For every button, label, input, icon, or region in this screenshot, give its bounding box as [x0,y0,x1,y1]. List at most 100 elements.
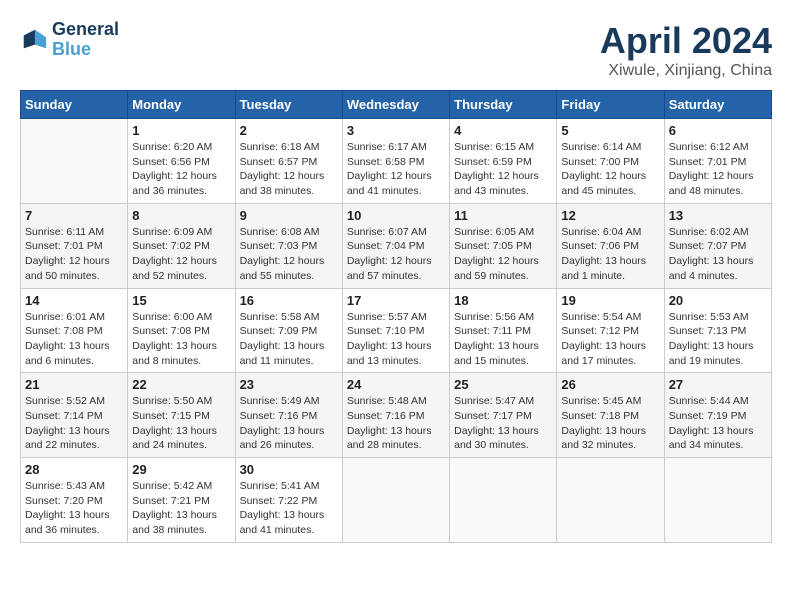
day-cell: 12 Sunrise: 6:04 AM Sunset: 7:06 PM Dayli… [557,203,664,288]
day-number: 14 [25,293,123,308]
day-cell: 16 Sunrise: 5:58 AM Sunset: 7:09 PM Dayli… [235,288,342,373]
day-cell: 13 Sunrise: 6:02 AM Sunset: 7:07 PM Dayli… [664,203,771,288]
day-cell: 24 Sunrise: 5:48 AM Sunset: 7:16 PM Dayli… [342,373,449,458]
day-info: Sunrise: 6:08 AM Sunset: 7:03 PM Dayligh… [240,225,338,284]
header-col-sunday: Sunday [21,91,128,119]
day-cell: 10 Sunrise: 6:07 AM Sunset: 7:04 PM Dayli… [342,203,449,288]
day-number: 26 [561,377,659,392]
day-cell: 18 Sunrise: 5:56 AM Sunset: 7:11 PM Dayli… [450,288,557,373]
header-col-saturday: Saturday [664,91,771,119]
day-number: 10 [347,208,445,223]
day-number: 2 [240,123,338,138]
day-info: Sunrise: 6:14 AM Sunset: 7:00 PM Dayligh… [561,140,659,199]
day-number: 20 [669,293,767,308]
day-info: Sunrise: 6:17 AM Sunset: 6:58 PM Dayligh… [347,140,445,199]
day-info: Sunrise: 6:09 AM Sunset: 7:02 PM Dayligh… [132,225,230,284]
day-number: 17 [347,293,445,308]
day-cell: 8 Sunrise: 6:09 AM Sunset: 7:02 PM Daylig… [128,203,235,288]
month-title: April 2024 [600,20,772,62]
day-number: 9 [240,208,338,223]
header-col-thursday: Thursday [450,91,557,119]
day-cell: 21 Sunrise: 5:52 AM Sunset: 7:14 PM Dayli… [21,373,128,458]
header-col-monday: Monday [128,91,235,119]
header-col-tuesday: Tuesday [235,91,342,119]
day-cell: 19Sunrise: 5:54 AM Sunset: 7:12 PM Dayli… [557,288,664,373]
day-cell [342,458,449,543]
day-cell: 1 Sunrise: 6:20 AM Sunset: 6:56 PM Daylig… [128,119,235,204]
day-cell: 30 Sunrise: 5:41 AM Sunset: 7:22 PM Dayli… [235,458,342,543]
day-cell [450,458,557,543]
day-cell [664,458,771,543]
day-number: 30 [240,462,338,477]
day-cell: 4 Sunrise: 6:15 AM Sunset: 6:59 PM Daylig… [450,119,557,204]
day-info: Sunrise: 5:43 AM Sunset: 7:20 PM Dayligh… [25,479,123,538]
day-number: 16 [240,293,338,308]
day-number: 13 [669,208,767,223]
day-info: Sunrise: 5:44 AM Sunset: 7:19 PM Dayligh… [669,394,767,453]
day-info: Sunrise: 6:11 AM Sunset: 7:01 PM Dayligh… [25,225,123,284]
day-cell: 5 Sunrise: 6:14 AM Sunset: 7:00 PM Daylig… [557,119,664,204]
logo-text: General Blue [52,20,119,60]
day-info: Sunrise: 5:49 AM Sunset: 7:16 PM Dayligh… [240,394,338,453]
day-number: 18 [454,293,552,308]
day-info: Sunrise: 6:12 AM Sunset: 7:01 PM Dayligh… [669,140,767,199]
day-number: 1 [132,123,230,138]
day-info: Sunrise: 5:48 AM Sunset: 7:16 PM Dayligh… [347,394,445,453]
day-number: 7 [25,208,123,223]
day-info: Sunrise: 6:15 AM Sunset: 6:59 PM Dayligh… [454,140,552,199]
day-info: Sunrise: 6:18 AM Sunset: 6:57 PM Dayligh… [240,140,338,199]
day-cell: 23 Sunrise: 5:49 AM Sunset: 7:16 PM Dayli… [235,373,342,458]
day-cell: 6Sunrise: 6:12 AM Sunset: 7:01 PM Daylig… [664,119,771,204]
day-cell: 17 Sunrise: 5:57 AM Sunset: 7:10 PM Dayli… [342,288,449,373]
day-info: Sunrise: 6:07 AM Sunset: 7:04 PM Dayligh… [347,225,445,284]
day-info: Sunrise: 5:58 AM Sunset: 7:09 PM Dayligh… [240,310,338,369]
day-cell: 26 Sunrise: 5:45 AM Sunset: 7:18 PM Dayli… [557,373,664,458]
calendar-table: SundayMondayTuesdayWednesdayThursdayFrid… [20,90,772,543]
day-info: Sunrise: 5:56 AM Sunset: 7:11 PM Dayligh… [454,310,552,369]
week-row-3: 14 Sunrise: 6:01 AM Sunset: 7:08 PM Dayli… [21,288,772,373]
logo-icon [20,26,48,54]
header-row: SundayMondayTuesdayWednesdayThursdayFrid… [21,91,772,119]
day-cell: 9 Sunrise: 6:08 AM Sunset: 7:03 PM Daylig… [235,203,342,288]
week-row-5: 28 Sunrise: 5:43 AM Sunset: 7:20 PM Dayli… [21,458,772,543]
day-number: 24 [347,377,445,392]
calendar-header: SundayMondayTuesdayWednesdayThursdayFrid… [21,91,772,119]
day-cell [21,119,128,204]
day-info: Sunrise: 6:01 AM Sunset: 7:08 PM Dayligh… [25,310,123,369]
day-info: Sunrise: 5:54 AM Sunset: 7:12 PM Dayligh… [561,310,659,369]
day-number: 21 [25,377,123,392]
day-info: Sunrise: 5:42 AM Sunset: 7:21 PM Dayligh… [132,479,230,538]
day-info: Sunrise: 6:04 AM Sunset: 7:06 PM Dayligh… [561,225,659,284]
day-info: Sunrise: 5:45 AM Sunset: 7:18 PM Dayligh… [561,394,659,453]
day-info: Sunrise: 6:20 AM Sunset: 6:56 PM Dayligh… [132,140,230,199]
day-cell: 2 Sunrise: 6:18 AM Sunset: 6:57 PM Daylig… [235,119,342,204]
header-col-wednesday: Wednesday [342,91,449,119]
calendar-body: 1 Sunrise: 6:20 AM Sunset: 6:56 PM Daylig… [21,119,772,543]
day-info: Sunrise: 5:57 AM Sunset: 7:10 PM Dayligh… [347,310,445,369]
day-info: Sunrise: 5:50 AM Sunset: 7:15 PM Dayligh… [132,394,230,453]
day-info: Sunrise: 5:52 AM Sunset: 7:14 PM Dayligh… [25,394,123,453]
day-cell [557,458,664,543]
day-number: 29 [132,462,230,477]
day-number: 23 [240,377,338,392]
day-number: 15 [132,293,230,308]
day-number: 22 [132,377,230,392]
day-cell: 25Sunrise: 5:47 AM Sunset: 7:17 PM Dayli… [450,373,557,458]
day-cell: 28 Sunrise: 5:43 AM Sunset: 7:20 PM Dayli… [21,458,128,543]
day-cell: 15Sunrise: 6:00 AM Sunset: 7:08 PM Dayli… [128,288,235,373]
day-info: Sunrise: 6:02 AM Sunset: 7:07 PM Dayligh… [669,225,767,284]
day-info: Sunrise: 6:05 AM Sunset: 7:05 PM Dayligh… [454,225,552,284]
day-number: 12 [561,208,659,223]
day-info: Sunrise: 5:41 AM Sunset: 7:22 PM Dayligh… [240,479,338,538]
day-cell: 11Sunrise: 6:05 AM Sunset: 7:05 PM Dayli… [450,203,557,288]
day-number: 4 [454,123,552,138]
day-number: 28 [25,462,123,477]
day-number: 8 [132,208,230,223]
day-number: 5 [561,123,659,138]
day-info: Sunrise: 5:53 AM Sunset: 7:13 PM Dayligh… [669,310,767,369]
day-cell: 22 Sunrise: 5:50 AM Sunset: 7:15 PM Dayli… [128,373,235,458]
day-number: 3 [347,123,445,138]
day-number: 27 [669,377,767,392]
week-row-2: 7 Sunrise: 6:11 AM Sunset: 7:01 PM Daylig… [21,203,772,288]
day-cell: 7 Sunrise: 6:11 AM Sunset: 7:01 PM Daylig… [21,203,128,288]
